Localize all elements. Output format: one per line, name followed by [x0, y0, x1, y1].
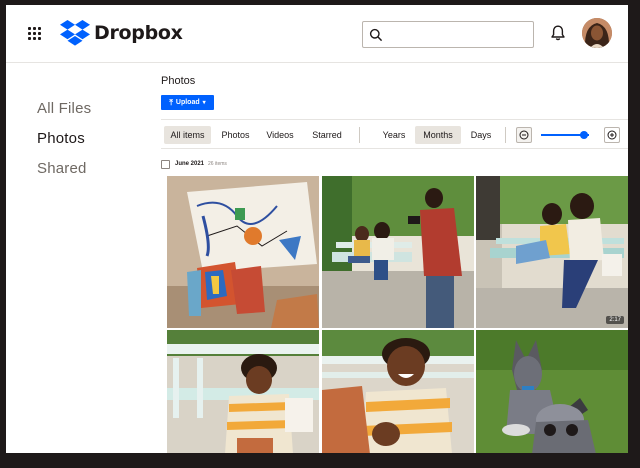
filter-photos[interactable]: Photos	[217, 126, 254, 144]
bell-icon[interactable]	[549, 24, 567, 42]
zoom-in-button[interactable]	[604, 127, 620, 143]
date-group-header: June 2021 26 items	[161, 158, 227, 170]
avatar-image	[582, 18, 612, 48]
filter-all-items[interactable]: All items	[164, 126, 211, 144]
sidebar-item-shared[interactable]: Shared	[37, 160, 87, 177]
photo-thumbnail-smiling-boy[interactable]	[322, 330, 474, 453]
upload-label: Upload	[175, 99, 200, 106]
minus-circle-icon	[519, 130, 529, 140]
filter-videos[interactable]: Videos	[261, 126, 299, 144]
upload-button[interactable]: ⤒ Upload ▾	[161, 95, 214, 110]
family-porch-image	[322, 176, 474, 328]
date-label: June 2021	[175, 161, 205, 167]
search-icon	[369, 28, 383, 42]
search-box[interactable]	[362, 21, 534, 48]
collage-image	[167, 176, 319, 328]
avatar[interactable]	[582, 18, 612, 48]
dropbox-icon	[60, 20, 90, 46]
logo-text: Dropbox	[94, 22, 183, 44]
item-count: 26 items	[208, 161, 227, 167]
app-grid-icon[interactable]	[28, 27, 42, 41]
smiling-boy-image	[322, 330, 474, 453]
dropbox-logo[interactable]: Dropbox	[60, 20, 183, 46]
photo-thumbnail-dogs[interactable]	[476, 330, 628, 453]
boy-bench-image	[167, 330, 319, 453]
upload-arrow-icon: ⤒	[169, 97, 173, 107]
photo-thumbnail-collage[interactable]	[167, 176, 319, 328]
select-group-checkbox[interactable]	[161, 159, 170, 169]
dogs-image	[476, 330, 628, 453]
view-months[interactable]: Months	[415, 126, 461, 144]
sidebar: All Files Photos Shared	[6, 64, 156, 453]
photo-thumbnail-boy-bench[interactable]	[167, 330, 319, 453]
toolbar-divider	[505, 127, 506, 143]
zoom-slider-thumb[interactable]	[580, 131, 588, 139]
porch-swing-image	[476, 176, 628, 328]
view-days[interactable]: Days	[465, 126, 497, 144]
sidebar-item-all-files[interactable]: All Files	[37, 100, 91, 117]
view-years[interactable]: Years	[377, 126, 411, 144]
zoom-out-button[interactable]	[516, 127, 532, 143]
sidebar-item-photos[interactable]: Photos	[37, 130, 85, 147]
plus-circle-icon	[607, 130, 617, 140]
photo-thumbnail-family-porch[interactable]	[322, 176, 474, 328]
chevron-down-icon: ▾	[202, 100, 206, 106]
video-duration-badge: 2:17	[606, 316, 624, 324]
video-thumbnail-porch-swing[interactable]: 2:17	[476, 176, 628, 328]
app-window: Dropbox All Files Photos Shared Photos ⤒…	[6, 5, 628, 453]
top-bar: Dropbox	[6, 5, 628, 63]
main-content: Photos ⤒ Upload ▾ All items Photos Video…	[161, 64, 628, 453]
page-title: Photos	[161, 75, 196, 87]
toolbar-divider	[359, 127, 360, 143]
filter-starred[interactable]: Starred	[306, 126, 348, 144]
photo-toolbar: All items Photos Videos Starred Years Mo…	[161, 119, 628, 149]
search-input[interactable]	[387, 25, 527, 44]
